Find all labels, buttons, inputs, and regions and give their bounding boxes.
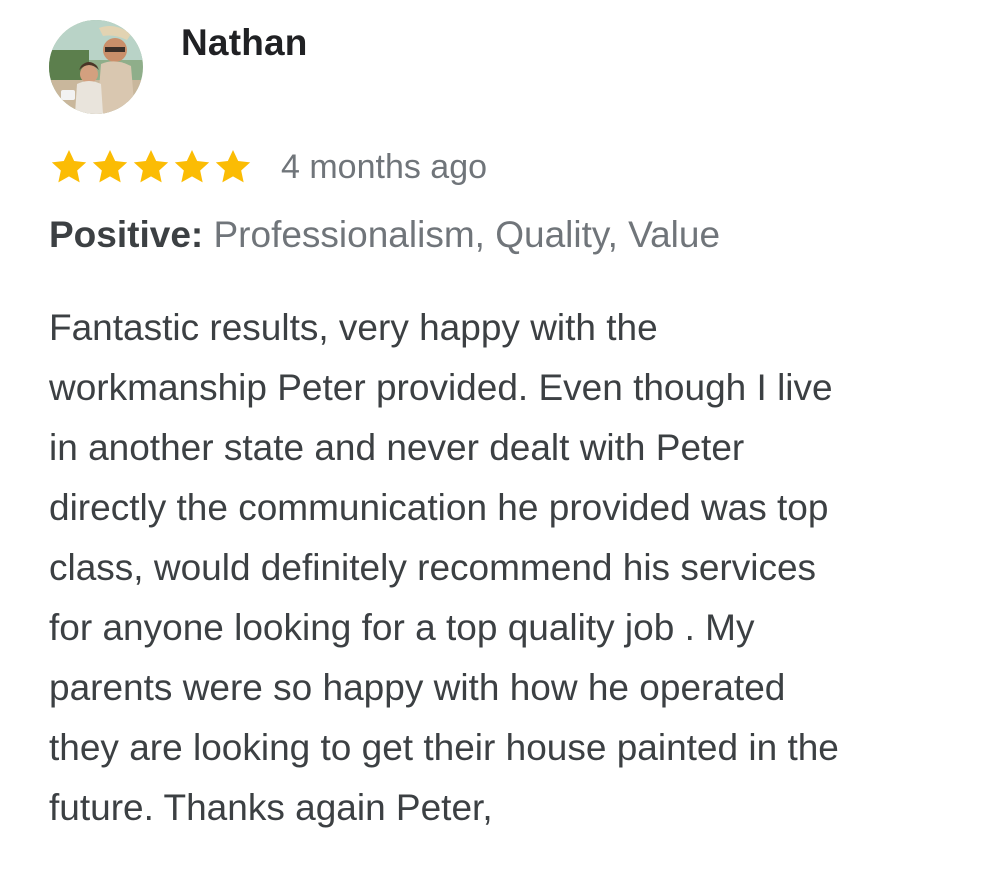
review-text: Fantastic results, very happy with the w… [49, 307, 839, 828]
star-icon [92, 150, 128, 183]
aspects-values: Professionalism, Quality, Value [203, 214, 721, 255]
aspects-label: Positive: [49, 214, 204, 255]
reviewer-avatar[interactable] [49, 20, 143, 114]
reviewer-photo-icon [49, 20, 143, 114]
review-aspects: Positive: Professionalism, Quality, Valu… [49, 214, 720, 256]
star-rating [49, 147, 254, 187]
star-icon [174, 150, 210, 183]
star-icon [133, 150, 169, 183]
review-card: Nathan 4 months ago Positive: Profession… [0, 0, 998, 880]
review-date: 4 months ago [281, 147, 488, 186]
star-icon [51, 150, 87, 183]
star-icon [215, 150, 251, 183]
rating-row: 4 months ago [49, 143, 487, 191]
reviewer-name[interactable]: Nathan [181, 22, 308, 64]
